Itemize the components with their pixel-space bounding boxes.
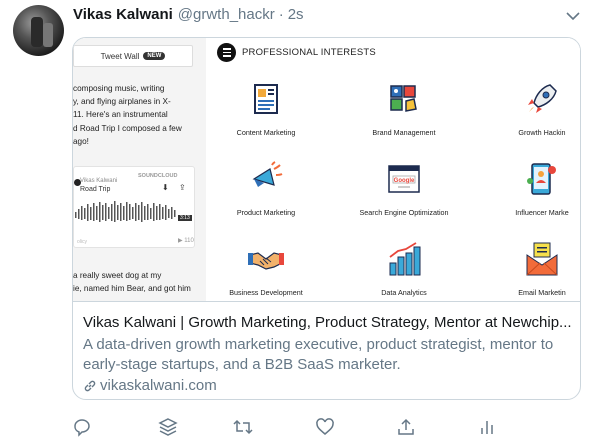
tweet-wall-panel: Tweet Wall NEW composing music, writing … bbox=[73, 38, 206, 301]
interest-item: Growth Hackin bbox=[472, 81, 580, 137]
wall-text-line: 11. Here's an instrumental bbox=[73, 110, 168, 120]
retweet-button[interactable] bbox=[232, 416, 254, 438]
wall-text-line: a really sweet dog at my bbox=[73, 271, 162, 280]
wall-text-line: y, and flying airplanes in X- bbox=[73, 97, 171, 107]
card-preview-image[interactable]: Tweet Wall NEW composing music, writing … bbox=[73, 38, 580, 302]
new-badge: NEW bbox=[143, 52, 166, 60]
interest-item: Google Search Engine Optimization bbox=[334, 161, 474, 217]
soundcloud-user: Vikas Kalwani bbox=[80, 178, 118, 184]
interest-label: Search Engine Optimization bbox=[359, 208, 449, 217]
tweet-wall-label: Tweet Wall bbox=[100, 51, 140, 61]
layers-icon bbox=[158, 418, 178, 436]
interest-item: Brand Management bbox=[334, 81, 474, 137]
avatar-figure bbox=[31, 17, 43, 47]
interest-label: Product Marketing bbox=[236, 208, 296, 217]
handshake-icon bbox=[248, 252, 284, 270]
link-icon bbox=[84, 380, 96, 392]
like-button[interactable] bbox=[314, 416, 336, 438]
track-duration: 3:13 bbox=[178, 215, 192, 221]
like-icon bbox=[316, 418, 334, 435]
interest-item: Email Marketin bbox=[472, 241, 580, 297]
interest-item: Business Development bbox=[196, 241, 336, 297]
play-count: ▶ 110 bbox=[178, 238, 194, 244]
interest-item: Content Marketing bbox=[196, 81, 336, 137]
chevron-down-icon[interactable] bbox=[566, 11, 580, 21]
card-text[interactable]: Vikas Kalwani | Growth Marketing, Produc… bbox=[83, 313, 573, 396]
newspaper-icon bbox=[254, 84, 278, 114]
retweet-icon bbox=[233, 419, 253, 435]
reply-icon bbox=[74, 419, 90, 437]
card-link-text[interactable]: vikaskalwani.com bbox=[100, 376, 217, 396]
interests-panel: PROFESSIONAL INTERESTS Content Marketing bbox=[213, 38, 580, 301]
card-description: A data-driven growth marketing executive… bbox=[83, 336, 554, 373]
privacy-text: olicy bbox=[77, 239, 88, 245]
wall-text-line: ie, named him Bear, and got him bbox=[73, 284, 191, 294]
card-link[interactable]: vikaskalwani.com bbox=[83, 376, 573, 396]
interests-grid: Content Marketing Brand Management Growt… bbox=[213, 38, 580, 301]
google-browser-icon: Google bbox=[388, 165, 420, 193]
interest-label: Brand Management bbox=[372, 128, 436, 137]
tweet-wall-text-2: a really sweet dog at my ie, named him B… bbox=[73, 269, 201, 295]
interest-label: Growth Hackin bbox=[518, 128, 566, 137]
brand-puzzle-icon bbox=[390, 85, 417, 112]
author-handle[interactable]: @grwth_hackr bbox=[178, 6, 275, 23]
interest-label: Data Analytics bbox=[381, 288, 427, 297]
reply-button[interactable] bbox=[71, 416, 93, 438]
tweet-header: Vikas Kalwani @grwth_hackr · 2s bbox=[73, 6, 304, 26]
waveform bbox=[75, 201, 176, 222]
soundcloud-brand: SOUNDCLOUD bbox=[138, 173, 178, 179]
google-word: Google bbox=[394, 178, 415, 184]
wall-text-line: composing music, writing bbox=[73, 84, 165, 93]
tweet-actions bbox=[0, 416, 597, 440]
share-icon bbox=[398, 418, 414, 435]
tweet-wall-bar: Tweet Wall NEW bbox=[73, 45, 193, 67]
tweet-timestamp[interactable]: 2s bbox=[288, 6, 304, 23]
tweet-wall-text: composing music, writing y, and flying a… bbox=[73, 82, 201, 148]
download-icon: ⬇ bbox=[162, 183, 169, 192]
analytics-button[interactable] bbox=[476, 416, 498, 438]
card-title[interactable]: Vikas Kalwani | Growth Marketing, Produc… bbox=[83, 313, 573, 333]
avatar-figure-secondary bbox=[43, 23, 53, 47]
share-small-icon: ⇪ bbox=[179, 183, 186, 192]
megaphone-icon bbox=[252, 161, 283, 187]
wall-text-line: d Road Trip I composed a few bbox=[73, 123, 182, 133]
separator-dot: · bbox=[278, 6, 284, 23]
interest-label: Email Marketin bbox=[518, 288, 566, 297]
share-button[interactable] bbox=[395, 416, 417, 438]
envelope-icon bbox=[526, 242, 558, 276]
interest-label: Content Marketing bbox=[236, 128, 296, 137]
interest-label: Influencer Marke bbox=[515, 208, 569, 217]
wall-text-line: ago! bbox=[73, 136, 89, 146]
phone-influencer-icon bbox=[527, 163, 556, 195]
analytics-icon bbox=[481, 421, 493, 434]
bar-chart-icon bbox=[389, 242, 421, 276]
interest-item: Product Marketing bbox=[196, 161, 336, 217]
soundcloud-embed: SOUNDCLOUD Vikas Kalwani Road Trip ⬇ ⇪ 3… bbox=[73, 166, 195, 248]
avatar[interactable] bbox=[13, 5, 64, 56]
interest-item: Data Analytics bbox=[334, 241, 474, 297]
link-card[interactable]: Tweet Wall NEW composing music, writing … bbox=[72, 37, 581, 400]
interest-label: Business Development bbox=[229, 288, 303, 297]
interest-item: Influencer Marke bbox=[472, 161, 580, 217]
rocket-icon bbox=[528, 84, 557, 113]
soundcloud-track: Road Trip bbox=[80, 186, 111, 193]
author-name[interactable]: Vikas Kalwani bbox=[73, 6, 173, 23]
layers-button[interactable] bbox=[157, 416, 179, 438]
